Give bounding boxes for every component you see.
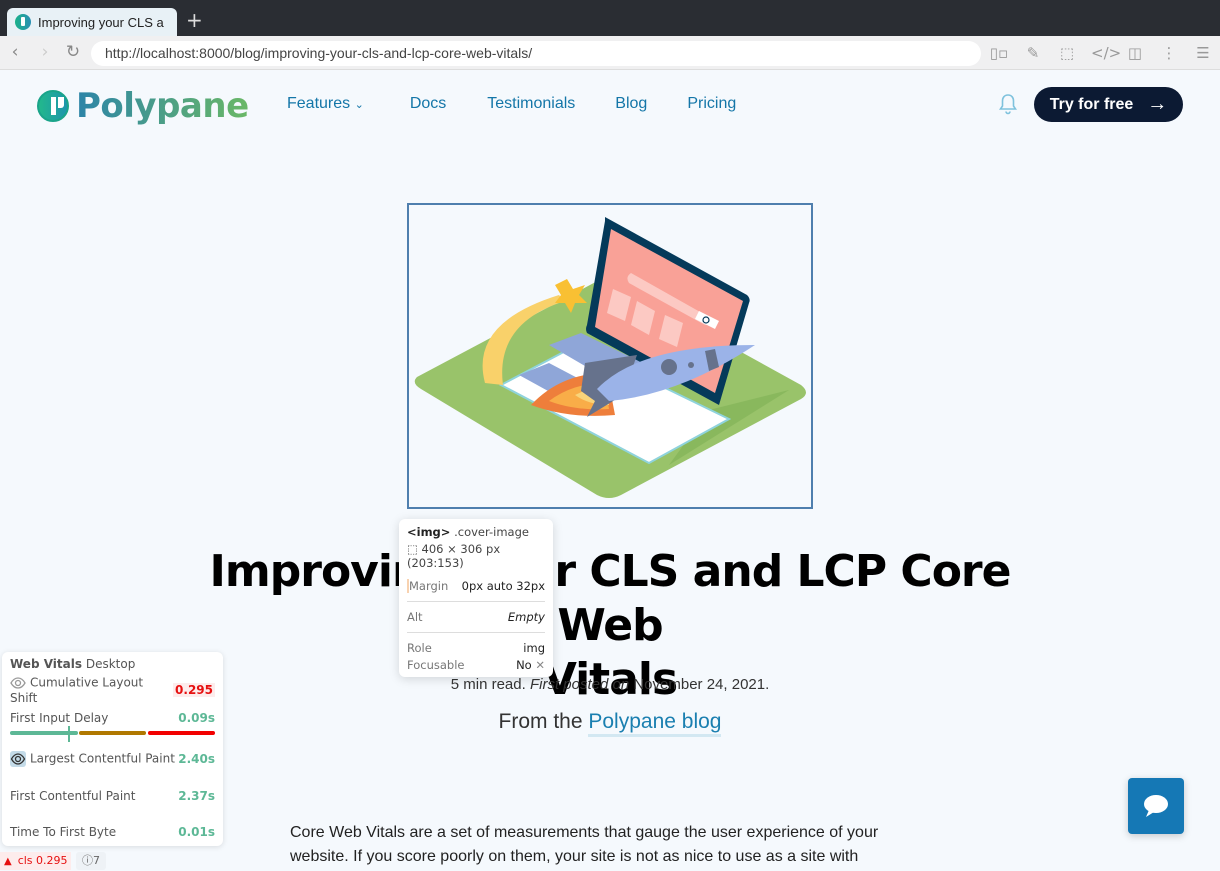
info-badge[interactable]: ⓘ7 [76, 852, 106, 870]
main-nav: Features ⌄ Docs Testimonials Blog Pricin… [287, 95, 736, 113]
metric-label: Time To First Byte [10, 825, 117, 839]
inspector-tag: <img> [407, 525, 451, 539]
metric-fcp[interactable]: First Contentful Paint 2.37s [10, 789, 215, 803]
settings-sliders-icon[interactable]: ☰ [1193, 43, 1213, 63]
inspector-margin-row: Margin 0px auto 32px [407, 579, 545, 593]
metric-value: 2.37s [178, 789, 215, 803]
margin-label: Margin [409, 579, 449, 593]
cover-image [407, 203, 813, 509]
metric-fid[interactable]: First Input Delay 0.09s [10, 711, 215, 725]
arrow-right-icon: → [1147, 93, 1168, 115]
chevron-down-icon: ⌄ [354, 99, 364, 111]
site-header: Polypane Features ⌄ Docs Testimonials Bl… [0, 70, 1220, 140]
bar-poor-segment [148, 731, 215, 735]
eye-icon-active[interactable] [10, 751, 26, 767]
inspector-focusable-row: Focusable No ✕ [407, 658, 545, 672]
element-inspector-tooltip: <img> .cover-image ⬚ 406 × 306 px (203:1… [399, 519, 553, 677]
web-vitals-panel: Web Vitals Desktop Cumulative Layout Shi… [2, 652, 223, 846]
new-tab-button[interactable]: + [186, 8, 203, 32]
nav-label: Features [287, 95, 351, 112]
polypane-blog-link[interactable]: Polypane blog [588, 710, 722, 737]
color-picker-icon[interactable]: ✎ [1023, 43, 1043, 63]
polypane-logo-icon [37, 90, 69, 122]
chat-bubble-icon [1144, 795, 1168, 817]
article-body: Core Web Vitals are a set of measurement… [290, 824, 879, 865]
metric-label: Cumulative Layout Shift [10, 675, 144, 706]
browser-tab[interactable]: Improving your CLS a [7, 8, 177, 36]
metric-label: First Input Delay [10, 711, 109, 725]
bar-needs-improvement-segment [79, 731, 146, 735]
role-value: img [523, 641, 545, 655]
metric-label-wrap: Largest Contentful Paint [10, 751, 175, 767]
dimensions-icon: ⬚ [407, 542, 418, 556]
inspector-alt-row: Alt Empty [407, 610, 545, 624]
metric-label: First Contentful Paint [10, 789, 136, 803]
focusable-value-wrap: No ✕ [516, 658, 545, 672]
focusable-value: No [516, 658, 532, 672]
try-for-free-button[interactable]: Try for free → [1034, 87, 1183, 122]
metric-value: 0.295 [173, 683, 215, 697]
polypane-favicon-icon [15, 14, 31, 30]
metric-cls[interactable]: Cumulative Layout Shift 0.295 [10, 675, 215, 705]
eye-icon[interactable] [10, 675, 26, 691]
nav-item-pricing[interactable]: Pricing [687, 95, 736, 113]
inspector-dimensions-line: ⬚ 406 × 306 px (203:153) [407, 542, 545, 570]
alt-label: Alt [407, 610, 423, 624]
sidebar-toggle-icon[interactable]: ◫ [1125, 43, 1145, 63]
close-x-icon: ✕ [535, 658, 545, 672]
read-time: 5 min read. [450, 676, 526, 693]
info-count: 7 [93, 854, 100, 867]
wv-device: Desktop [85, 657, 136, 671]
back-icon[interactable]: ‹ [5, 42, 25, 62]
tab-title: Improving your CLS a [38, 14, 164, 30]
browser-tab-bar: Improving your CLS a + [0, 0, 1220, 36]
from-prefix: From the [498, 710, 583, 733]
wv-title: Web Vitals [10, 657, 82, 671]
chat-button[interactable] [1128, 778, 1184, 834]
metric-lcp[interactable]: Largest Contentful Paint 2.40s [10, 751, 215, 767]
role-label: Role [407, 641, 432, 655]
nav-item-features[interactable]: Features ⌄ [287, 95, 364, 113]
cls-badge-text: cls 0.295 [17, 854, 68, 867]
metric-value: 0.09s [178, 711, 215, 725]
forward-icon[interactable]: › [35, 42, 55, 62]
inspector-dimensions: 406 × 306 px (203:153) [407, 542, 501, 570]
inspector-role-row: Role img [407, 641, 545, 655]
margin-value: 0px auto 32px [461, 579, 545, 593]
browser-toolbar: ‹ › ↻ http://localhost:8000/blog/improvi… [0, 36, 1220, 70]
cta-label: Try for free [1049, 95, 1134, 113]
metric-label-wrap: Cumulative Layout Shift [10, 675, 173, 706]
warning-triangle-icon: ▲ [4, 856, 12, 867]
code-icon[interactable]: </> [1091, 43, 1121, 63]
notification-bell-icon[interactable] [998, 93, 1020, 115]
rocket-laptop-illustration [414, 217, 806, 498]
web-vitals-header: Web Vitals Desktop [10, 657, 135, 671]
inspector-element-line: <img> .cover-image [407, 525, 545, 539]
panes-icon[interactable]: ▯▫ [989, 43, 1009, 63]
logo[interactable]: Polypane [37, 86, 249, 126]
logo-text: Polypane [76, 86, 249, 126]
info-icon: ⓘ [82, 854, 93, 867]
element-select-icon[interactable]: ⬚ [1057, 43, 1077, 63]
posted-prefix: First posted on [529, 676, 630, 693]
alt-value: Empty [507, 610, 545, 624]
cls-badge[interactable]: ▲ cls 0.295 [0, 852, 71, 870]
title-part: CLS and LCP Core Web [557, 546, 1011, 651]
nav-item-blog[interactable]: Blog [615, 95, 647, 113]
url-input[interactable]: http://localhost:8000/blog/improving-you… [91, 41, 981, 66]
metric-ttfb[interactable]: Time To First Byte 0.01s [10, 825, 215, 839]
metric-value: 2.40s [178, 752, 215, 766]
posted-date: November 24, 2021. [633, 676, 770, 693]
fid-threshold-bar [10, 726, 215, 742]
metric-label: Largest Contentful Paint [30, 751, 175, 766]
bar-marker [68, 726, 70, 742]
inspector-class: .cover-image [454, 525, 529, 539]
more-menu-icon[interactable]: ⋮ [1159, 43, 1179, 63]
metric-value: 0.01s [178, 825, 215, 839]
reload-icon[interactable]: ↻ [63, 42, 83, 62]
focusable-label: Focusable [407, 658, 465, 672]
nav-item-testimonials[interactable]: Testimonials [487, 95, 575, 113]
nav-item-docs[interactable]: Docs [410, 95, 446, 113]
